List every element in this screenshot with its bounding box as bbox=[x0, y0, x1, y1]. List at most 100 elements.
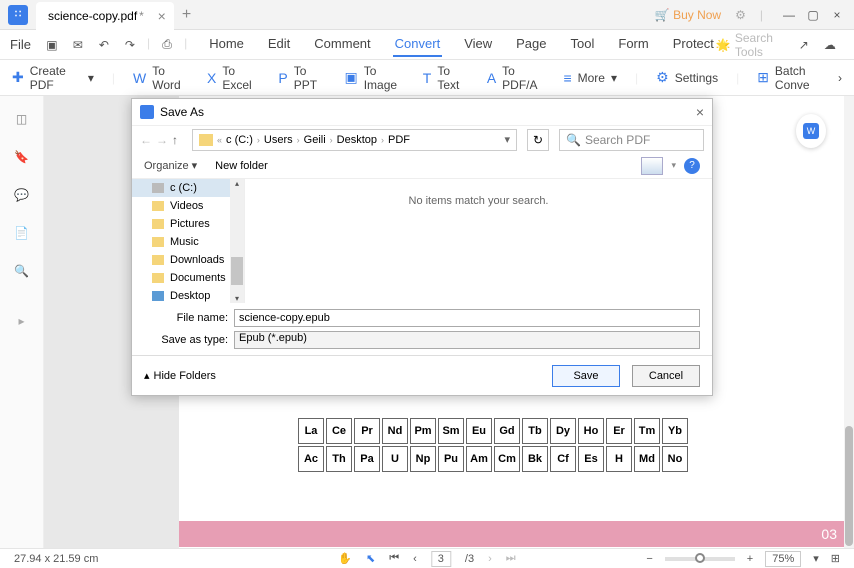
user-icon[interactable]: ⚙ bbox=[735, 8, 746, 22]
cloud-icon[interactable]: ☁ bbox=[823, 36, 837, 54]
file-name-label: File name: bbox=[144, 312, 234, 324]
menu-home[interactable]: Home bbox=[207, 32, 246, 57]
sidebar-collapse-icon[interactable]: ▸ bbox=[18, 314, 24, 328]
title-bar: ∷ science-copy.pdf * × + 🛒 Buy Now ⚙ | —… bbox=[0, 0, 854, 30]
breadcrumb[interactable]: « c (C:)› Users› Geili› Desktop› PDF ▾ bbox=[192, 129, 517, 151]
close-button[interactable]: × bbox=[825, 3, 849, 27]
zoom-value[interactable]: 75% bbox=[765, 551, 801, 567]
menu-protect[interactable]: Protect bbox=[671, 32, 716, 57]
undo-icon[interactable]: ↶ bbox=[95, 36, 113, 54]
search-tools[interactable]: 🌟 Search Tools bbox=[716, 31, 785, 59]
tree-item-videos[interactable]: Videos bbox=[132, 197, 244, 215]
create-pdf-button[interactable]: ✚Create PDF ▾ bbox=[12, 64, 94, 92]
menu-edit[interactable]: Edit bbox=[266, 32, 292, 57]
dialog-title: Save As bbox=[160, 105, 204, 119]
tree-item-music[interactable]: Music bbox=[132, 233, 244, 251]
new-folder-button[interactable]: New folder bbox=[215, 160, 268, 172]
zoom-out-icon[interactable]: − bbox=[646, 553, 652, 565]
menu-view[interactable]: View bbox=[462, 32, 494, 57]
first-page-icon[interactable]: ⏮ bbox=[389, 552, 399, 565]
menu-convert[interactable]: Convert bbox=[393, 32, 443, 57]
save-type-select[interactable]: Epub (*.epub) bbox=[234, 331, 700, 349]
mail-icon[interactable]: ✉ bbox=[69, 36, 87, 54]
search-folder-input[interactable]: 🔍 Search PDF bbox=[559, 129, 704, 151]
hide-folders-button[interactable]: ▴ Hide Folders bbox=[144, 369, 216, 382]
element-Yb: Yb bbox=[662, 418, 688, 444]
to-text-button[interactable]: TTo Text bbox=[423, 64, 469, 92]
attachments-icon[interactable]: 📄 bbox=[14, 226, 29, 240]
to-ppt-button[interactable]: PTo PPT bbox=[278, 64, 326, 92]
last-page-icon[interactable]: ⏭ bbox=[506, 552, 516, 565]
search-icon[interactable]: 🔍 bbox=[14, 264, 29, 278]
to-excel-button[interactable]: XTo Excel bbox=[207, 64, 260, 92]
tree-item-documents[interactable]: Documents bbox=[132, 269, 244, 287]
tree-item-pictures[interactable]: Pictures bbox=[132, 215, 244, 233]
folder-tree: c (C:)VideosPicturesMusicDownloadsDocume… bbox=[132, 179, 245, 303]
comments-icon[interactable]: 💬 bbox=[14, 188, 29, 202]
print-icon[interactable]: ⎙ bbox=[158, 36, 176, 54]
hand-tool-icon[interactable]: ✋ bbox=[338, 552, 352, 565]
buy-now-link[interactable]: 🛒 Buy Now bbox=[655, 8, 721, 22]
tab-add-icon[interactable]: + bbox=[182, 6, 191, 24]
tree-item-cc[interactable]: c (C:) bbox=[132, 179, 244, 197]
scrollbar-vertical[interactable] bbox=[844, 96, 854, 548]
batch-button[interactable]: ⊞Batch Conve › bbox=[757, 64, 842, 92]
element-No: No bbox=[662, 446, 688, 472]
save-icon[interactable]: ▣ bbox=[43, 36, 61, 54]
cancel-button[interactable]: Cancel bbox=[632, 365, 700, 387]
more-button[interactable]: ≡More ▾ bbox=[563, 70, 617, 86]
menu-form[interactable]: Form bbox=[616, 32, 650, 57]
menu-file[interactable]: File bbox=[8, 33, 33, 56]
element-Cf: Cf bbox=[550, 446, 576, 472]
zoom-in-icon[interactable]: + bbox=[747, 553, 753, 565]
save-button[interactable]: Save bbox=[552, 365, 620, 387]
thumbnails-icon[interactable]: ◫ bbox=[16, 112, 27, 126]
bookmarks-icon[interactable]: 🔖 bbox=[14, 150, 29, 164]
page-input[interactable]: 3 bbox=[431, 551, 451, 567]
element-Pm: Pm bbox=[410, 418, 436, 444]
refresh-button[interactable]: ↻ bbox=[527, 129, 549, 151]
menu-comment[interactable]: Comment bbox=[312, 32, 372, 57]
page-footer-band: 03 bbox=[179, 521, 851, 547]
element-Tb: Tb bbox=[522, 418, 548, 444]
select-tool-icon[interactable]: ⬉ bbox=[366, 552, 375, 565]
periodic-row-2: AcThPaUNpPuAmCmBkCfEsHMdNo bbox=[298, 446, 688, 472]
organize-button[interactable]: Organize ▾ bbox=[144, 159, 197, 172]
dialog-footer: ▴ Hide Folders Save Cancel bbox=[132, 355, 712, 395]
nav-up-icon[interactable]: ↑ bbox=[172, 133, 178, 147]
nav-forward-icon[interactable]: → bbox=[156, 133, 168, 147]
dialog-app-icon bbox=[140, 105, 154, 119]
share-icon[interactable]: ↗ bbox=[797, 36, 811, 54]
document-tab[interactable]: science-copy.pdf * × bbox=[36, 2, 174, 30]
next-page-icon[interactable]: › bbox=[488, 553, 492, 565]
help-button[interactable]: ? bbox=[684, 158, 700, 174]
empty-message: No items match your search. bbox=[409, 195, 549, 207]
zoom-slider[interactable] bbox=[665, 557, 735, 561]
dialog-nav: ← → ↑ « c (C:)› Users› Geili› Desktop› P… bbox=[132, 125, 712, 153]
settings-button[interactable]: ⚙Settings bbox=[656, 69, 718, 86]
view-mode-button[interactable] bbox=[641, 157, 663, 175]
tab-close-icon[interactable]: × bbox=[158, 8, 166, 24]
page-dimensions: 27.94 x 21.59 cm bbox=[14, 553, 98, 565]
tree-scrollbar[interactable]: ▴▾ bbox=[230, 179, 244, 303]
help-icon[interactable]: ⋮ bbox=[849, 36, 854, 54]
fit-page-icon[interactable]: ⊞ bbox=[831, 552, 840, 565]
maximize-button[interactable]: ▢ bbox=[801, 3, 825, 27]
to-image-button[interactable]: ▣To Image bbox=[344, 64, 404, 92]
floating-tool-icon[interactable]: W bbox=[796, 114, 826, 148]
redo-icon[interactable]: ↷ bbox=[121, 36, 139, 54]
element-Er: Er bbox=[606, 418, 632, 444]
tree-item-downloads[interactable]: Downloads bbox=[132, 251, 244, 269]
to-pdfa-button[interactable]: ATo PDF/A bbox=[487, 64, 546, 92]
menu-page[interactable]: Page bbox=[514, 32, 548, 57]
dialog-close-icon[interactable]: × bbox=[696, 104, 704, 120]
menu-bar: File ▣ ✉ ↶ ↷ | ⎙ | HomeEditCommentConver… bbox=[0, 30, 854, 60]
prev-page-icon[interactable]: ‹ bbox=[413, 553, 417, 565]
minimize-button[interactable]: — bbox=[777, 3, 801, 27]
element-La: La bbox=[298, 418, 324, 444]
file-name-input[interactable] bbox=[234, 309, 700, 327]
tree-item-desktop[interactable]: Desktop bbox=[132, 287, 244, 303]
menu-tool[interactable]: Tool bbox=[569, 32, 597, 57]
nav-back-icon[interactable]: ← bbox=[140, 133, 152, 147]
to-word-button[interactable]: WTo Word bbox=[133, 64, 189, 92]
